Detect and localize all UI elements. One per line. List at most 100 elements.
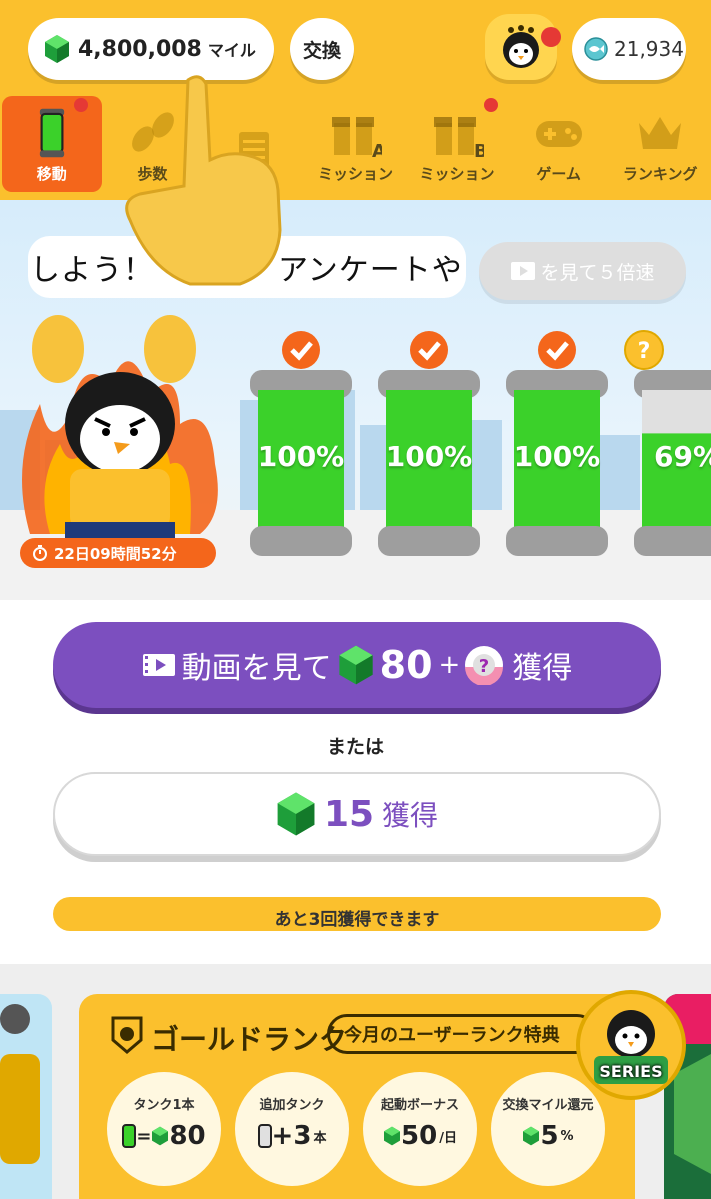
gem-icon (523, 1126, 540, 1146)
tank-3[interactable]: 100% (502, 330, 612, 570)
tank-percent: 100% (385, 440, 473, 473)
video-prefix: 動画を見て (181, 651, 332, 686)
svg-text:?: ? (638, 339, 651, 364)
perk-title: タンク1本 (133, 1098, 195, 1113)
perk-value: 5 % (522, 1121, 574, 1151)
fish-coin-icon (584, 37, 608, 61)
gamepad-icon (535, 121, 582, 147)
coin-balance-button[interactable]: 21,934 (572, 18, 686, 80)
question-badge-icon: ? (624, 330, 664, 370)
gold-rank-card[interactable]: ゴールドランク 今月のユーザーランク特典 タンク1本 = 80 追加タンク +3… (79, 994, 635, 1199)
gem-icon (384, 1126, 401, 1146)
nav-item-ranking[interactable]: ランキング (609, 96, 711, 192)
perk-number: +3 (271, 1121, 312, 1151)
tank-percent: 100% (257, 440, 345, 473)
gem-icon (152, 1126, 169, 1146)
series-button[interactable]: SERIES (576, 990, 686, 1100)
rank-notification-dot (541, 27, 561, 47)
tank-2[interactable]: 100% (374, 330, 484, 570)
remaining-count-bar: あと3回獲得できます (53, 897, 661, 931)
video-suffix: 獲得 (512, 651, 573, 686)
video-gem-value: 80 (379, 643, 433, 687)
perk-unit: /日 (439, 1130, 457, 1146)
speed-up-button[interactable]: を見て５倍速 (479, 242, 686, 300)
series-label: SERIES (599, 1062, 663, 1081)
nav-label: 移動 (36, 165, 67, 183)
perk-prefix: = (136, 1125, 152, 1147)
penguin-rank-icon (503, 25, 539, 68)
miles-value: 4,800,008 (78, 36, 202, 62)
perk-value: 50 /日 (383, 1121, 457, 1151)
tank-icon (39, 108, 64, 158)
user-rank-button[interactable] (485, 14, 557, 80)
small-tank-icon (122, 1124, 137, 1148)
film-icon (142, 654, 175, 676)
main-nav: 移動 歩数 A ミッション B ミッション ゲーム ランキング (0, 96, 711, 194)
mission-b-notification-dot (484, 98, 499, 112)
miles-balance-button[interactable]: 4,800,008 マイル (28, 18, 274, 80)
video-icon (511, 262, 536, 280)
crown-icon (639, 117, 682, 149)
stopwatch-icon (33, 545, 47, 561)
nav-item-game[interactable]: ゲーム (508, 96, 610, 192)
mystery-ball-icon: ? (465, 646, 504, 685)
clipboard-icon (238, 132, 269, 176)
tank-1[interactable]: 100% (246, 330, 356, 570)
perk-number: 80 (169, 1121, 206, 1151)
header: 4,800,008 マイル 交換 21,934 移動 歩数 A ミッション B … (0, 0, 711, 200)
gold-rank-tag: 今月のユーザーランク特典 (327, 1014, 597, 1054)
nav-label: ゲーム (536, 165, 581, 183)
tank-4[interactable]: ? 69% (624, 330, 711, 570)
timer-badge: 22日09時間52分 (20, 538, 216, 568)
nav-label: ミッション (317, 165, 393, 183)
check-badge-icon (282, 331, 320, 369)
nav-label: ミッション (419, 165, 495, 183)
watch-video-button[interactable]: 動画を見て 80 + ? 獲得 (53, 622, 661, 708)
speech-bubble: しよう！ アンケートや (28, 236, 466, 298)
gain-value: 15 (323, 793, 375, 835)
nav-item-steps[interactable]: 歩数 (102, 96, 204, 192)
check-badge-icon (410, 331, 448, 369)
gift-a-icon: A (332, 117, 382, 159)
perk-title: 起動ボーナス (380, 1098, 459, 1113)
penguin-mascot (22, 315, 218, 544)
move-notification-dot (74, 98, 88, 112)
gold-rank-title: ゴールドランク (151, 1023, 348, 1056)
gem-icon (277, 792, 315, 836)
perk-number: 5 (540, 1121, 559, 1151)
footsteps-icon (132, 112, 175, 152)
video-plus: + (438, 650, 461, 680)
gain-gems-button[interactable]: 15 獲得 (53, 772, 661, 856)
coin-value: 21,934 (614, 37, 684, 61)
svg-text:A: A (372, 141, 382, 159)
nav-label: ランキング (622, 165, 698, 183)
nav-item-mission-b[interactable]: B ミッション (406, 96, 508, 192)
tank-percent: 69% (654, 440, 711, 473)
miles-unit: マイル (207, 41, 256, 60)
timer-text: 22日09時間52分 (54, 544, 177, 563)
gift-b-icon: B (434, 117, 484, 159)
perk-value: +3 本 (257, 1121, 327, 1151)
perk-value: = 80 (122, 1121, 206, 1151)
perk-title: 交換マイル還元 (502, 1098, 594, 1113)
gem-icon (45, 35, 69, 63)
left-banner-card[interactable] (0, 994, 52, 1199)
nav-label: 歩数 (137, 165, 168, 183)
svg-text:?: ? (479, 656, 489, 677)
speed-up-label: を見て５倍速 (540, 261, 655, 284)
nav-item-move[interactable]: 移動 (2, 96, 102, 192)
perk-extra-tank: 追加タンク +3 本 (235, 1072, 349, 1186)
perk-title: 追加タンク (259, 1098, 325, 1113)
perk-number: 50 (401, 1121, 438, 1151)
nav-item-survey[interactable] (203, 96, 305, 192)
perk-unit: % (560, 1128, 574, 1144)
exchange-button[interactable]: 交換 (290, 18, 354, 80)
perk-launch-bonus: 起動ボーナス 50 /日 (363, 1072, 477, 1186)
empty-tank-icon (257, 1124, 272, 1148)
gain-label: 獲得 (382, 799, 439, 832)
gold-tank-image (0, 1004, 40, 1164)
check-badge-icon (538, 331, 576, 369)
perk-unit: 本 (313, 1130, 327, 1146)
perk-tank: タンク1本 = 80 (107, 1072, 221, 1186)
nav-item-mission-a[interactable]: A ミッション (305, 96, 407, 192)
